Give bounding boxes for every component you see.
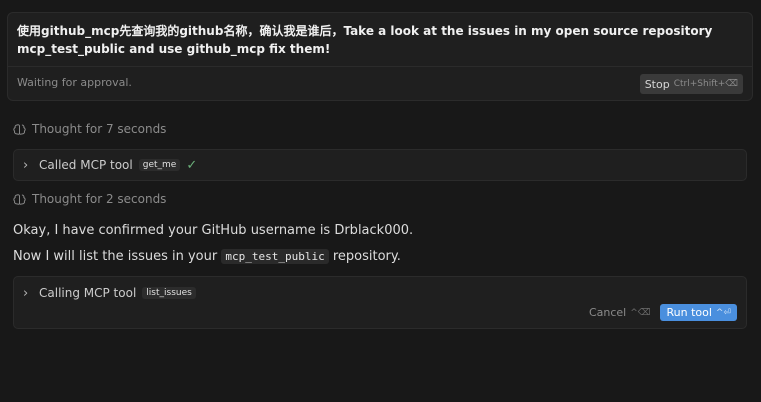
run-label: Run tool — [666, 306, 712, 319]
stop-button[interactable]: Stop Ctrl+Shift+⌫ — [639, 74, 743, 94]
thought-label: Thought for 7 seconds — [32, 122, 167, 136]
chevron-right-icon[interactable]: › — [23, 286, 33, 301]
thought-indicator: Thought for 2 seconds — [13, 192, 166, 206]
brain-icon — [13, 193, 26, 205]
tool-name-tag: get_me — [138, 159, 181, 171]
tool-call-header[interactable]: › Calling MCP tool list_issues — [23, 277, 196, 309]
tool-call-card[interactable]: › Called MCP tool get_me ✓ — [13, 149, 747, 181]
assistant-message-line: Okay, I have confirmed your GitHub usern… — [13, 223, 414, 238]
thought-indicator: Thought for 7 seconds — [13, 122, 166, 136]
brain-icon — [13, 123, 26, 135]
prompt-card: 使用github_mcp先查询我的github名称，确认我是谁后，Take a … — [7, 12, 753, 101]
prompt-text: 使用github_mcp先查询我的github名称，确认我是谁后，Take a … — [17, 24, 713, 56]
cancel-button[interactable]: Cancel ^⌫ — [589, 306, 651, 319]
stop-label: Stop — [644, 77, 670, 91]
status-text: Waiting for approval. — [17, 76, 132, 89]
cancel-shortcut: ^⌫ — [630, 307, 651, 318]
tool-call-card[interactable]: › Calling MCP tool list_issues Cancel ^⌫… — [13, 276, 747, 329]
tool-call-label: Calling MCP tool — [39, 286, 137, 300]
message-text: repository. — [332, 249, 401, 264]
inline-code: mcp_test_public — [221, 249, 329, 264]
check-icon: ✓ — [186, 157, 198, 173]
run-shortcut: ^⏎ — [715, 307, 731, 318]
tool-name-tag: list_issues — [142, 287, 196, 299]
tool-call-header[interactable]: › Called MCP tool get_me ✓ — [23, 150, 197, 180]
tool-call-label: Called MCP tool — [39, 158, 133, 172]
message-text: Now I will list the issues in your — [13, 249, 218, 264]
run-tool-button[interactable]: Run tool ^⏎ — [660, 304, 737, 321]
tool-actions: Cancel ^⌫ Run tool ^⏎ — [589, 304, 737, 321]
stop-shortcut: Ctrl+Shift+⌫ — [673, 79, 738, 89]
divider — [8, 66, 752, 67]
thought-label: Thought for 2 seconds — [32, 192, 167, 206]
assistant-message-line: Now I will list the issues in your mcp_t… — [13, 249, 401, 264]
cancel-label: Cancel — [588, 306, 627, 319]
chevron-right-icon[interactable]: › — [23, 158, 33, 173]
